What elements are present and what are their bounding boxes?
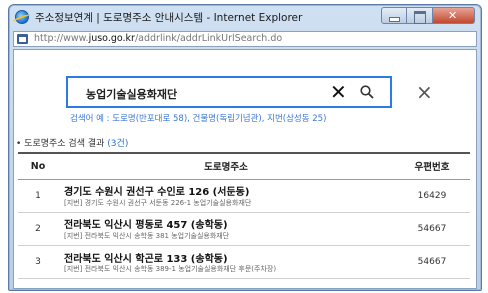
result-count: (3건): [107, 139, 129, 149]
ie-popup-window: 주소정보연계 | 도로명주소 안내시스템 - Internet Explorer…: [8, 4, 482, 291]
table-row[interactable]: 2 전라북도 익산시 평동로 457 (송학동) [지번] 전라북도 익산시 송…: [18, 212, 470, 246]
clear-search-icon[interactable]: ✕: [330, 80, 347, 104]
address-bar[interactable]: http://www.juso.go.kr/addrlink/addrLinkU…: [13, 31, 477, 47]
row-number: 1: [18, 179, 58, 213]
column-header-address: 도로명주소: [58, 152, 394, 180]
table-row[interactable]: 1 경기도 수원시 권선구 수인로 126 (서둔동) [지번] 경기도 수원시…: [18, 179, 470, 213]
zip-code: 54667: [394, 212, 470, 246]
jibun-address: [지번] 전라북도 익산시 송학동 381 농업기술실용화재단: [64, 232, 230, 240]
column-header-zip: 우편번호: [394, 152, 470, 180]
close-popup-icon[interactable]: ×: [416, 80, 433, 104]
result-count-label: • 도로명주소 검색 결과 (3건): [16, 139, 129, 149]
window-titlebar[interactable]: 주소정보연계 | 도로명주소 안내시스템 - Internet Explorer: [9, 5, 481, 29]
row-number: 2: [18, 212, 58, 246]
address-cell[interactable]: 전라북도 익산시 평동로 457 (송학동) [지번] 전라북도 익산시 송학동…: [58, 212, 394, 246]
window-title: 주소정보연계 | 도로명주소 안내시스템 - Internet Explorer: [35, 12, 303, 24]
page-background: [0, 0, 8, 293]
road-address[interactable]: 전라북도 익산시 학곤로 133 (송학동): [64, 250, 388, 265]
address-cell[interactable]: 경기도 수원시 권선구 수인로 126 (서둔동) [지번] 경기도 수원시 권…: [58, 179, 394, 213]
window-controls: [381, 7, 475, 25]
url-text[interactable]: http://www.juso.go.kr/addrlink/addrLinkU…: [34, 33, 282, 44]
table-row[interactable]: 3 전라북도 익산시 학곤로 133 (송학동) [지번] 전라북도 익산시 송…: [18, 245, 470, 279]
page-icon: [17, 34, 28, 44]
search-example-hint: 검색어 예 : 도로명(반포대로 58), 건물명(독립기념관), 지번(삼성동…: [70, 114, 327, 124]
results-table: No 도로명주소 우편번호 1 경기도 수원시 권선구 수인로 126 (서둔동…: [18, 152, 470, 279]
search-icon[interactable]: [360, 85, 374, 99]
window-close-button[interactable]: [433, 7, 475, 24]
search-input[interactable]: 농업기술실용화재단: [86, 86, 177, 102]
internet-explorer-icon: [15, 10, 29, 24]
road-address[interactable]: 전라북도 익산시 평동로 457 (송학동): [64, 216, 388, 231]
address-cell[interactable]: 전라북도 익산시 학곤로 133 (송학동) [지번] 전라북도 익산시 송학동…: [58, 245, 394, 279]
road-address[interactable]: 경기도 수원시 권선구 수인로 126 (서둔동): [64, 183, 388, 198]
row-number: 3: [18, 245, 58, 279]
zip-code: 16429: [394, 179, 470, 213]
minimize-button[interactable]: [381, 7, 407, 24]
search-box[interactable]: 농업기술실용화재단 ✕: [66, 76, 392, 108]
zip-code: 54667: [394, 245, 470, 279]
maximize-button[interactable]: [407, 7, 433, 24]
page-content: 농업기술실용화재단 ✕ × 검색어 예 : 도로명(반포대로 58), 건물명(…: [13, 49, 477, 289]
jibun-address: [지번] 경기도 수원시 권선구 서둔동 226-1 농업기술실용화재단: [64, 199, 252, 207]
column-header-no: No: [18, 152, 58, 180]
jibun-address: [지번] 전라북도 익산시 송학동 389-1 농업기술실용화재단 후문(주차장…: [64, 264, 277, 273]
